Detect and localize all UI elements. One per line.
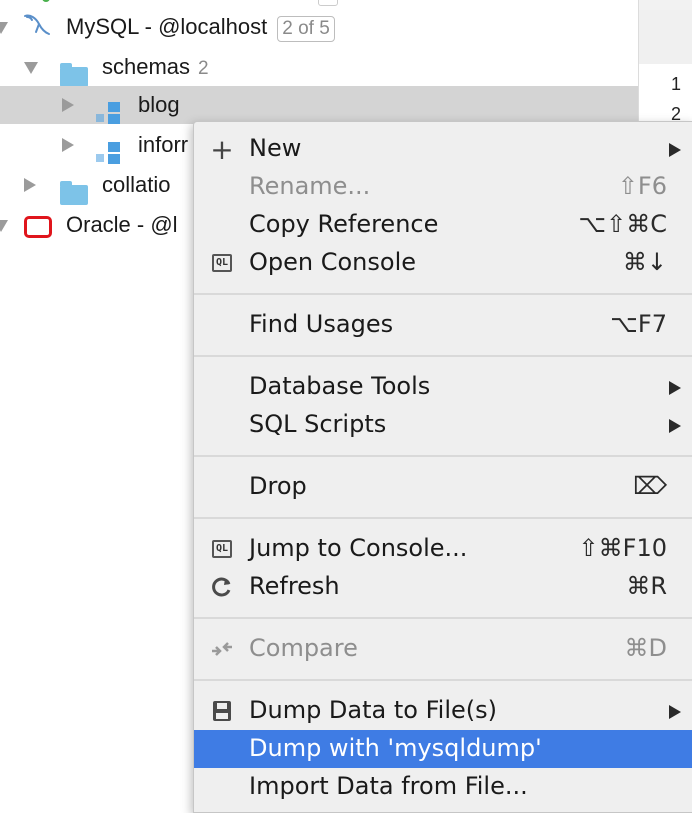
oracle-icon [24, 216, 52, 238]
plus-icon: + [210, 132, 234, 166]
line-number: 1 [670, 74, 681, 94]
schema-icon [96, 142, 126, 164]
expand-arrow-icon[interactable] [24, 178, 36, 192]
refresh-icon [208, 574, 236, 600]
tree-item-blog[interactable]: blog [0, 86, 638, 124]
submenu-arrow-icon [669, 419, 681, 433]
editor-gutter-header [639, 10, 692, 64]
menu-separator [194, 517, 692, 519]
item-count: 2 [198, 58, 209, 79]
save-icon [208, 698, 236, 724]
menu-item-label: Database Tools [249, 372, 431, 400]
menu-item-label: SQL Scripts [249, 410, 387, 438]
menu-item-sql-scripts[interactable]: SQL Scripts [194, 406, 692, 444]
menu-item-jump-to-console[interactable]: QL Jump to Console... ⇧⌘F10 [194, 530, 692, 568]
menu-item-label: Jump to Console... [249, 534, 468, 562]
menu-separator [194, 455, 692, 457]
menu-item-copy-reference[interactable]: Copy Reference ⌥⇧⌘C [194, 206, 692, 244]
menu-item-label: Dump Data to File(s) [249, 696, 497, 724]
menu-item-drop[interactable]: Drop ⌦ [194, 468, 692, 506]
tree-item-label: collatio [102, 172, 171, 197]
menu-item-find-usages[interactable]: Find Usages ⌥F7 [194, 306, 692, 344]
menu-item-label: Open Console [249, 248, 417, 276]
connection-count-badge: 2 of 5 [277, 16, 335, 42]
menu-separator [194, 355, 692, 357]
menu-separator [194, 679, 692, 681]
shortcut-label: ⌘D [624, 634, 667, 662]
console-icon: QL [208, 536, 236, 562]
shortcut-label: ⌘R [626, 572, 667, 600]
tree-partial-box [318, 0, 338, 6]
console-icon-text: QL [211, 540, 233, 558]
menu-item-label: Refresh [249, 572, 340, 600]
menu-item-new[interactable]: + New [194, 130, 692, 168]
menu-item-dump-data[interactable]: Dump Data to File(s) [194, 692, 692, 730]
menu-item-label: Dump with 'mysqldump' [249, 734, 542, 762]
shortcut-label: ⌥⇧⌘C [578, 210, 667, 238]
expand-arrow-icon[interactable] [62, 98, 74, 112]
console-icon-text: QL [211, 254, 233, 272]
menu-item-compare[interactable]: Compare ⌘D [194, 630, 692, 668]
collapse-arrow-icon[interactable] [0, 220, 8, 232]
console-icon: QL [208, 250, 236, 276]
compare-icon [208, 636, 236, 662]
collapse-arrow-icon[interactable] [0, 22, 8, 34]
menu-item-label: Rename... [249, 172, 371, 200]
tree-item-label: blog [138, 92, 180, 117]
shortcut-label: ⌘↓ [622, 248, 667, 276]
expand-arrow-icon[interactable] [62, 138, 74, 152]
folder-icon [60, 181, 88, 205]
menu-separator [194, 617, 692, 619]
menu-item-label: New [249, 134, 302, 162]
menu-item-rename[interactable]: Rename... ⇧F6 [194, 168, 692, 206]
menu-item-import-data[interactable]: Import Data from File... [194, 768, 692, 806]
submenu-arrow-icon [669, 705, 681, 719]
menu-item-open-console[interactable]: QL Open Console ⌘↓ [194, 244, 692, 282]
menu-item-database-tools[interactable]: Database Tools [194, 368, 692, 406]
menu-item-label: Drop [249, 472, 307, 500]
menu-item-label: Copy Reference [249, 210, 439, 238]
status-dot-icon [42, 0, 50, 2]
context-menu: + New Rename... ⇧F6 Copy Reference ⌥⇧⌘C … [193, 121, 692, 813]
menu-item-label: Find Usages [249, 310, 394, 338]
shortcut-label: ⌥F7 [610, 310, 667, 338]
shortcut-label: ⇧⌘F10 [578, 534, 667, 562]
mysql-dolphin-icon [22, 12, 52, 46]
tree-item-label: schemas [102, 54, 191, 79]
tree-item-label: MySQL - @localhost [66, 14, 268, 39]
tree-item-mysql[interactable]: MySQL - @localhost 2 of 5 [0, 8, 638, 46]
tree-row-partial [0, 0, 638, 8]
schema-icon [96, 102, 126, 124]
tree-item-label: inforr [138, 132, 189, 157]
tree-item-label: Oracle - @l [66, 212, 178, 237]
shortcut-label: ⇧F6 [617, 172, 667, 200]
menu-separator [194, 293, 692, 295]
submenu-arrow-icon [669, 381, 681, 395]
tree-item-schemas[interactable]: schemas 2 [0, 48, 638, 87]
submenu-arrow-icon [669, 143, 681, 157]
folder-icon [60, 63, 88, 87]
delete-key-icon: ⌦ [633, 472, 667, 500]
menu-item-label: Compare [249, 634, 358, 662]
menu-item-dump-mysqldump[interactable]: Dump with 'mysqldump' [194, 730, 692, 768]
menu-item-refresh[interactable]: Refresh ⌘R [194, 568, 692, 606]
collapse-arrow-icon[interactable] [24, 62, 38, 74]
menu-item-label: Import Data from File... [249, 772, 528, 800]
